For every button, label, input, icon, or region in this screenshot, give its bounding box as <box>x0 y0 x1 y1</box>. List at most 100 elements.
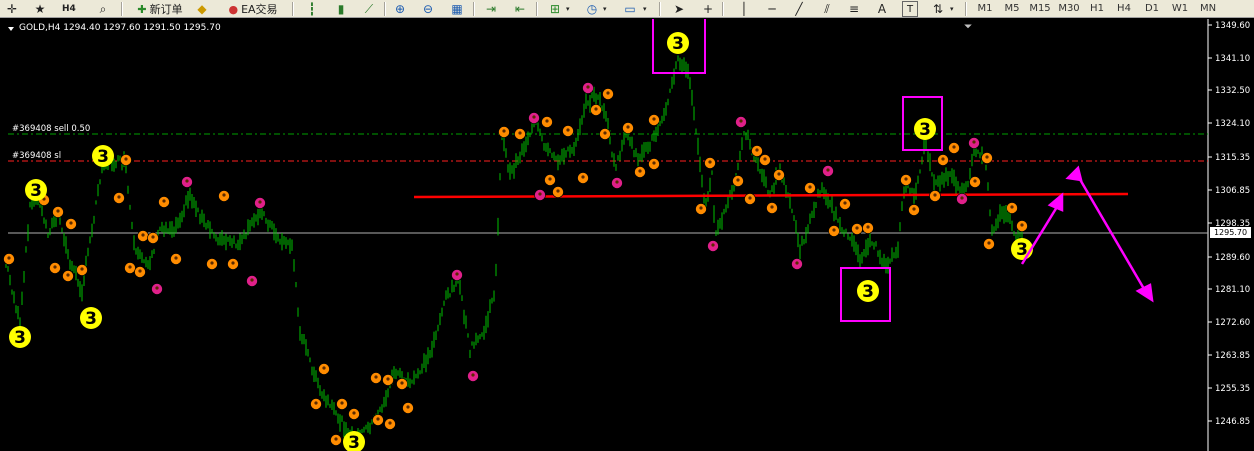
fractal-marker-core <box>581 175 585 179</box>
price-tick-label: 1341.10 <box>1215 54 1250 64</box>
fractal-marker-core <box>258 200 262 204</box>
zoom-in-icon[interactable]: ⊕ <box>392 1 408 17</box>
periods-clock-icon[interactable]: ◷ <box>584 1 600 17</box>
chevron-down-icon[interactable]: ▾ <box>643 1 647 17</box>
fractal-marker-core <box>518 131 522 135</box>
price-tick-label: 1255.35 <box>1215 384 1250 394</box>
metaeditor-icon[interactable]: ◆ <box>194 1 210 17</box>
order-sell-label: #369408 sell 0.50 <box>12 124 90 134</box>
timeframe-m15[interactable]: M15 <box>1027 1 1053 17</box>
h4-period-icon[interactable]: H4 <box>62 1 76 17</box>
wave-label-text: 3 <box>919 120 931 140</box>
chevron-down-icon[interactable]: ▾ <box>603 1 607 17</box>
fractal-marker-core <box>973 179 977 183</box>
chart-shift-icon[interactable]: ⇥ <box>483 1 499 17</box>
fractal-marker-core <box>352 411 356 415</box>
fractal-marker-core <box>711 243 715 247</box>
fractal-marker-core <box>912 207 916 211</box>
fractal-marker-core <box>960 196 964 200</box>
toolbar: ✛ ★ H4 ⌕ ✚ 新订单 ◆ ● EA交易 ┇ ▮ ⟋ ⊕ ⊖ ▦ ⇥ ⇤ … <box>0 0 1254 18</box>
fractal-marker-core <box>124 157 128 161</box>
fractal-marker-core <box>222 193 226 197</box>
fractal-marker-core <box>185 179 189 183</box>
fractal-marker-core <box>594 107 598 111</box>
fractal-marker-core <box>80 267 84 271</box>
price-tick-label: 1315.35 <box>1215 153 1250 163</box>
bar-chart-icon[interactable]: ┇ <box>304 1 320 17</box>
price-tick-label: 1332.50 <box>1215 86 1250 96</box>
symbol-header: GOLD,H4 1294.40 1297.60 1291.50 1295.70 <box>19 23 221 33</box>
indicators-icon[interactable]: ⊞ <box>547 1 563 17</box>
timeframe-h4[interactable]: H4 <box>1111 1 1137 17</box>
fractal-marker-core <box>866 225 870 229</box>
chart-background <box>0 19 1254 451</box>
new-order-button[interactable]: ✚ 新订单 <box>130 1 190 17</box>
line-chart-icon[interactable]: ⟋ <box>361 1 377 17</box>
fractal-marker-core <box>606 91 610 95</box>
favorites-icon[interactable]: ★ <box>32 1 48 17</box>
timeframe-d1[interactable]: D1 <box>1139 1 1165 17</box>
ea-trading-label: EA交易 <box>241 3 278 16</box>
fibonacci-icon[interactable]: ≡ <box>846 1 862 17</box>
fractal-marker-core <box>972 140 976 144</box>
timeframe-m30[interactable]: M30 <box>1056 1 1082 17</box>
crosshair-icon[interactable]: ✛ <box>4 1 20 17</box>
autoscroll-icon[interactable]: ⇤ <box>512 1 528 17</box>
fractal-marker-core <box>1020 223 1024 227</box>
timeframe-h1[interactable]: H1 <box>1084 1 1110 17</box>
timeframe-m5[interactable]: M5 <box>999 1 1025 17</box>
separator <box>965 2 967 16</box>
fractal-marker-core <box>66 273 70 277</box>
fractal-marker-core <box>770 205 774 209</box>
separator <box>473 2 475 16</box>
candlestick-icon[interactable]: ▮ <box>333 1 349 17</box>
price-chart[interactable]: 1349.60 1341.10 1332.50 1324.10 1315.35 1306.… <box>0 19 1254 451</box>
vertical-line-icon[interactable]: │ <box>736 1 752 17</box>
templates-icon[interactable]: ▭ <box>622 1 638 17</box>
fractal-marker-core <box>586 85 590 89</box>
separator <box>292 2 294 16</box>
price-tick-label: 1263.85 <box>1215 351 1250 361</box>
crosshair-tool-icon[interactable]: + <box>700 1 716 17</box>
fractal-marker-core <box>128 265 132 269</box>
price-tick-label: 1289.60 <box>1215 253 1250 263</box>
trendline-icon[interactable]: ╱ <box>791 1 807 17</box>
fractal-marker-core <box>941 157 945 161</box>
timeframe-mn[interactable]: MN <box>1195 1 1221 17</box>
timeframe-w1[interactable]: W1 <box>1167 1 1193 17</box>
chevron-down-icon[interactable]: ▾ <box>950 1 954 17</box>
equidistant-channel-icon[interactable]: ⫽ <box>819 1 835 17</box>
text-label-icon[interactable]: T <box>902 1 918 17</box>
fractal-marker-core <box>340 401 344 405</box>
separator <box>121 2 123 16</box>
zoom-window-icon[interactable]: ⌕ <box>95 1 111 17</box>
arrows-icon[interactable]: ⇅ <box>930 1 946 17</box>
text-icon[interactable]: A <box>874 1 890 17</box>
fractal-marker-core <box>314 401 318 405</box>
fractal-marker-core <box>141 233 145 237</box>
fractal-marker-core <box>699 206 703 210</box>
price-tick-label: 1306.85 <box>1215 186 1250 196</box>
cursor-icon[interactable]: ➤ <box>671 1 687 17</box>
fractal-marker-core <box>56 209 60 213</box>
price-tick-label: 1281.10 <box>1215 285 1250 295</box>
fractal-marker-core <box>151 235 155 239</box>
wave-label-text: 3 <box>85 309 97 329</box>
separator <box>722 2 724 16</box>
fractal-marker-core <box>615 180 619 184</box>
chevron-down-icon[interactable]: ▾ <box>566 1 570 17</box>
tile-windows-icon[interactable]: ▦ <box>449 1 465 17</box>
fractal-marker-core <box>638 169 642 173</box>
fractal-marker-core <box>250 278 254 282</box>
ea-trading-button[interactable]: ● EA交易 <box>222 1 284 17</box>
wave-label-text: 3 <box>14 328 26 348</box>
horizontal-line-icon[interactable]: ─ <box>764 1 780 17</box>
timeframe-m1[interactable]: M1 <box>972 1 998 17</box>
order-sl-label: #369408 sl <box>12 151 61 161</box>
fractal-marker-core <box>334 437 338 441</box>
fractal-marker-core <box>566 128 570 132</box>
wave-label-text: 3 <box>862 282 874 302</box>
zoom-out-icon[interactable]: ⊖ <box>420 1 436 17</box>
fractal-marker-core <box>952 145 956 149</box>
current-price-label: 1295.70 <box>1210 227 1251 238</box>
